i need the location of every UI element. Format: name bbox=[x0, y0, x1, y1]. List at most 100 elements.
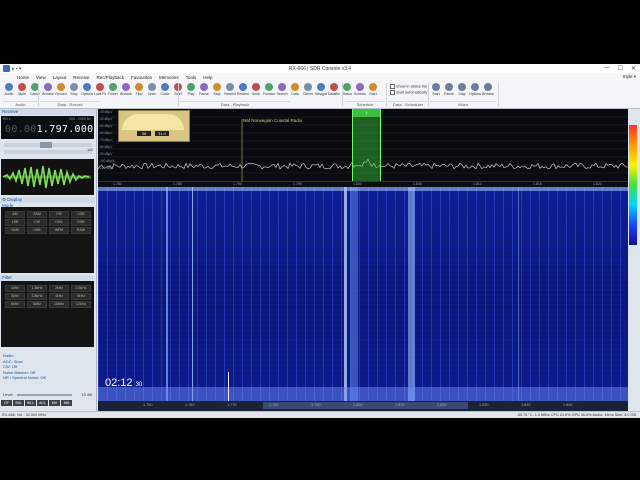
mode-button[interactable]: USB bbox=[71, 211, 91, 218]
open-icon bbox=[148, 83, 156, 91]
filter-button[interactable]: 3kHz bbox=[5, 293, 25, 300]
frequency-readout[interactable]: 00.001.797.000 bbox=[5, 124, 94, 135]
search-button[interactable]: Search bbox=[276, 82, 288, 103]
frequency-scrollbar[interactable]: 1.750 1.760 1.770 1.780 1.790 1.800 1.810 1.820… bbox=[98, 401, 628, 411]
options-button[interactable]: Options bbox=[81, 82, 93, 103]
schedule-button[interactable]: Schedule bbox=[354, 82, 366, 103]
datafile-editor-button[interactable]: Dataflle Editor bbox=[328, 82, 340, 103]
spectrum-waterfall-area[interactable]: 1 58 31.0 NM Norwegian Coastal Radio -30… bbox=[98, 109, 628, 411]
play-button[interactable]: Play bbox=[185, 82, 197, 103]
lock-radio-icon bbox=[96, 83, 104, 91]
squelch-slider[interactable]: 100 bbox=[4, 148, 93, 154]
start2-button[interactable]: Start bbox=[367, 82, 379, 103]
clever-button[interactable]: Clever bbox=[302, 82, 314, 103]
style-menu[interactable]: Style ▾ bbox=[622, 74, 636, 80]
maximize-icon[interactable]: ☐ bbox=[618, 65, 623, 72]
mode-button[interactable]: LSB bbox=[5, 219, 25, 226]
mode-button[interactable]: USB bbox=[27, 227, 47, 234]
open-button[interactable]: Open bbox=[146, 82, 158, 103]
audio-scope bbox=[1, 159, 94, 195]
mode-button[interactable]: AM bbox=[5, 211, 25, 218]
mode-button[interactable]: CW bbox=[27, 219, 47, 226]
menu-memories[interactable]: Memories bbox=[159, 75, 179, 80]
menu-help[interactable]: Help bbox=[203, 75, 212, 80]
filter-button[interactable]: 12kHz bbox=[71, 301, 91, 308]
spectrum-display[interactable]: 1 58 31.0 NM Norwegian Coastal Radio -30… bbox=[98, 109, 628, 181]
frequency-axis-tick: 1.810 bbox=[473, 182, 482, 186]
mode-button[interactable]: SAM bbox=[5, 227, 25, 234]
menu-rec-playback[interactable]: Rec/Playback bbox=[96, 75, 124, 80]
menu-receive[interactable]: Receive bbox=[73, 75, 89, 80]
video-pause-button[interactable]: Pause bbox=[443, 82, 455, 103]
menu-tools[interactable]: Tools bbox=[186, 75, 197, 80]
close-icon[interactable]: ✕ bbox=[631, 65, 636, 72]
filter-button[interactable]: 1.5kHz bbox=[27, 285, 47, 292]
menu-view[interactable]: View bbox=[36, 75, 46, 80]
radio-property[interactable]: NR / Spectral Noise: Off bbox=[1, 375, 94, 381]
volume-thumb[interactable] bbox=[40, 142, 52, 148]
mode-button[interactable]: FM bbox=[49, 211, 69, 218]
filter-button[interactable]: 3.5kHz bbox=[27, 293, 47, 300]
quick-mode-button[interactable]: MH bbox=[49, 400, 60, 406]
rewind-button[interactable]: Rewind bbox=[224, 82, 236, 103]
quick-mode-button[interactable]: SSL bbox=[13, 400, 24, 406]
mode-button[interactable]: SAM bbox=[27, 211, 47, 218]
filter-button[interactable]: 4kHz bbox=[49, 293, 69, 300]
filter-button[interactable]: 2kHz bbox=[49, 285, 69, 292]
filter-button[interactable]: 2.5kHz bbox=[71, 285, 91, 292]
filter-button[interactable]: 5kHz bbox=[71, 293, 91, 300]
filter-button[interactable]: 1kHz bbox=[5, 285, 25, 292]
filter-button[interactable]: 10kHz bbox=[49, 301, 69, 308]
lock-radio-button[interactable]: Lock Radio bbox=[94, 82, 106, 103]
data-button[interactable]: Data bbox=[289, 82, 301, 103]
frequency-display[interactable]: RX 1 100 - 2000 Hz 00.001.797.000 bbox=[1, 116, 94, 139]
quick-mode-button[interactable]: ACL bbox=[37, 400, 48, 406]
forward-button[interactable]: Forward 10 seconds bbox=[263, 82, 275, 103]
rewind-back-button[interactable]: Rewind Back 10 seconds bbox=[237, 82, 249, 103]
quick-mode-button[interactable]: OF bbox=[1, 400, 12, 406]
mode-button[interactable]: CWL bbox=[49, 219, 69, 226]
ribbon-button-label: Options bbox=[469, 92, 481, 96]
mode-button[interactable]: DSB bbox=[71, 219, 91, 226]
filter-button[interactable]: 6kHz bbox=[5, 301, 25, 308]
folder-button[interactable]: Folder bbox=[107, 82, 119, 103]
mute-button[interactable]: Mute bbox=[16, 82, 28, 103]
schedule-checkbox[interactable]: Start automatically bbox=[390, 90, 427, 95]
video-browse-button[interactable]: Browse bbox=[482, 82, 494, 103]
browse-button[interactable]: Browse bbox=[42, 82, 54, 103]
mode-button[interactable]: RAW bbox=[71, 227, 91, 234]
color-scale[interactable] bbox=[628, 109, 640, 411]
mode-button[interactable]: WFM bbox=[49, 227, 69, 234]
quick-mode-button[interactable]: WLL bbox=[25, 400, 36, 406]
menu-favourites[interactable]: Favourites bbox=[131, 75, 152, 80]
seek-button[interactable]: Seek bbox=[250, 82, 262, 103]
stop2-button[interactable]: Stop bbox=[211, 82, 223, 103]
volume-slider[interactable] bbox=[4, 142, 92, 148]
ribbon-button-label: Close bbox=[160, 92, 170, 96]
cache-button[interactable]: Cache bbox=[29, 82, 41, 103]
receiver-passband[interactable]: 1 bbox=[352, 109, 381, 181]
record-icon bbox=[57, 83, 65, 91]
navigator-button[interactable]: Navigator bbox=[315, 82, 327, 103]
ribbon-button-label: Navigator bbox=[315, 92, 327, 96]
video-start-button[interactable]: Start bbox=[430, 82, 442, 103]
minimize-icon[interactable]: — bbox=[604, 65, 610, 72]
stop-button[interactable]: Stop bbox=[68, 82, 80, 103]
video-options-button[interactable]: Options bbox=[469, 82, 481, 103]
frequency-axis-tick: 1.815 bbox=[533, 182, 542, 186]
pause-button[interactable]: Pause bbox=[198, 82, 210, 103]
quick-mode-button[interactable]: MM bbox=[61, 400, 72, 406]
filter-button[interactable]: 8kHz bbox=[27, 301, 47, 308]
audio-button[interactable]: Audio bbox=[3, 82, 15, 103]
close-button[interactable]: Close bbox=[159, 82, 171, 103]
menu-home[interactable]: Home bbox=[17, 75, 29, 80]
find-button[interactable]: Find bbox=[133, 82, 145, 103]
db-scale: -30 dBµV -40 dBµV -50 dBµV -60 dBµV -70 dBµV… bbox=[99, 109, 114, 172]
schedule-checkbox[interactable]: Show in status bar bbox=[390, 84, 427, 89]
browse2-button[interactable]: Browse bbox=[120, 82, 132, 103]
waterfall-display[interactable]: 02:12 30 bbox=[98, 187, 628, 401]
record-button[interactable]: Record bbox=[55, 82, 67, 103]
video-stop-button[interactable]: Stop bbox=[456, 82, 468, 103]
level-slider[interactable] bbox=[17, 394, 72, 396]
menu-layout[interactable]: Layout bbox=[53, 75, 67, 80]
